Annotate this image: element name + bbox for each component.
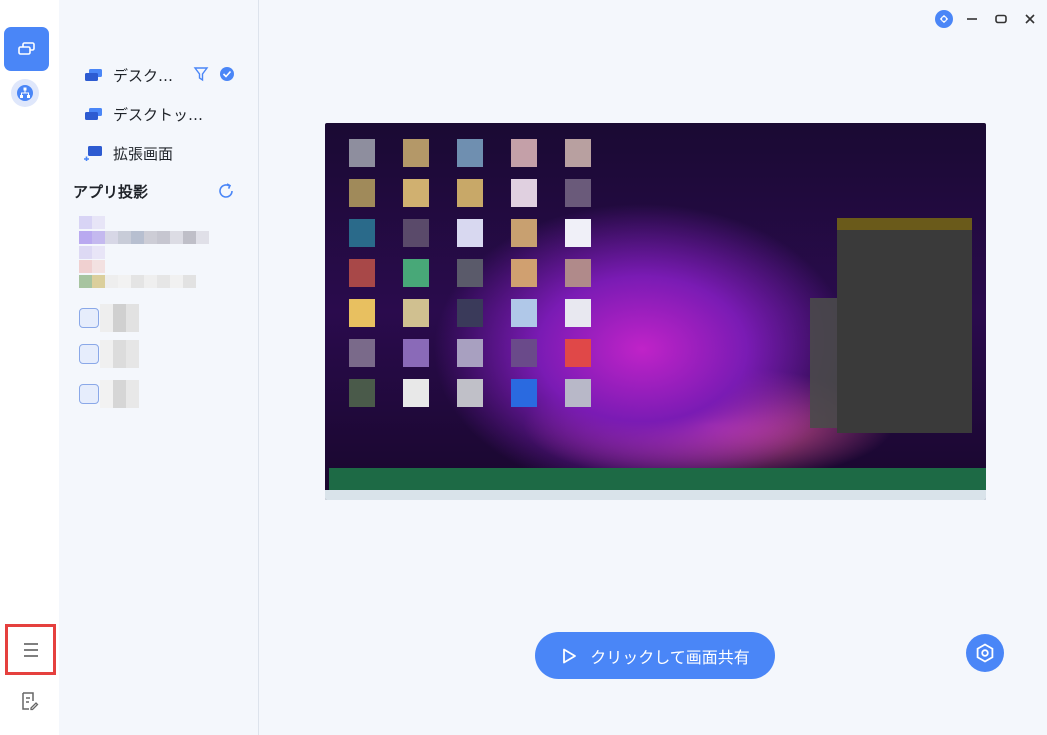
play-icon — [563, 648, 577, 663]
app-item[interactable] — [79, 340, 139, 368]
menu-button[interactable] — [5, 624, 56, 675]
desktop-icons-pixelated — [335, 133, 605, 453]
settings-button[interactable] — [966, 634, 1004, 672]
network-icon — [17, 85, 33, 101]
app-item[interactable] — [79, 216, 209, 262]
app-thumbnail — [79, 216, 209, 262]
share-screen-label: クリックして画面共有 — [590, 647, 750, 667]
app-icon — [79, 344, 99, 364]
maximize-icon — [995, 14, 1007, 24]
settings-icon — [976, 643, 994, 663]
check-circle-icon — [219, 66, 235, 82]
monitor-icon — [83, 67, 105, 83]
screen-share-nav-button[interactable] — [4, 27, 49, 71]
share-screen-button[interactable]: クリックして画面共有 — [535, 632, 775, 679]
source-item-desktop-2[interactable]: デスクトッ… — [83, 102, 203, 126]
app-thumbnail — [79, 260, 209, 306]
source-item-desktop-1[interactable]: デスク… — [83, 63, 173, 87]
network-nav-button[interactable] — [11, 79, 39, 107]
pin-button[interactable] — [933, 8, 955, 30]
source-panel: デスク… デスクトッ… 拡張画面 アプリ投影 — [59, 0, 259, 735]
app-projection-title: アプリ投影 — [73, 183, 149, 201]
maximize-button[interactable] — [990, 8, 1012, 30]
preview-bottom-strip — [325, 490, 986, 500]
window-pixelated — [837, 218, 972, 433]
source-item-label: デスク… — [113, 66, 174, 85]
pin-icon — [935, 10, 953, 28]
screen-preview — [325, 123, 986, 500]
app-item[interactable] — [79, 304, 139, 332]
source-item-label: デスクトッ… — [113, 105, 204, 124]
left-rail — [0, 0, 59, 735]
notes-icon — [22, 692, 39, 711]
app-icon — [79, 308, 99, 328]
notes-button[interactable] — [17, 689, 41, 713]
screen-share-icon — [17, 42, 35, 55]
monitor-icon — [83, 106, 105, 122]
close-icon — [1025, 14, 1035, 24]
source-item-extended-screen[interactable]: 拡張画面 — [83, 141, 173, 165]
refresh-icon[interactable] — [216, 181, 236, 201]
minimize-icon — [967, 18, 977, 20]
minimize-button[interactable] — [961, 8, 983, 30]
extend-screen-icon — [83, 145, 105, 161]
taskbar-pixelated — [329, 468, 986, 490]
close-button[interactable] — [1019, 8, 1041, 30]
app-icon — [79, 384, 99, 404]
filter-icon[interactable] — [193, 66, 209, 82]
app-item[interactable] — [79, 380, 139, 408]
source-item-label: 拡張画面 — [113, 144, 174, 163]
menu-icon — [23, 642, 38, 657]
app-item[interactable] — [79, 260, 209, 306]
